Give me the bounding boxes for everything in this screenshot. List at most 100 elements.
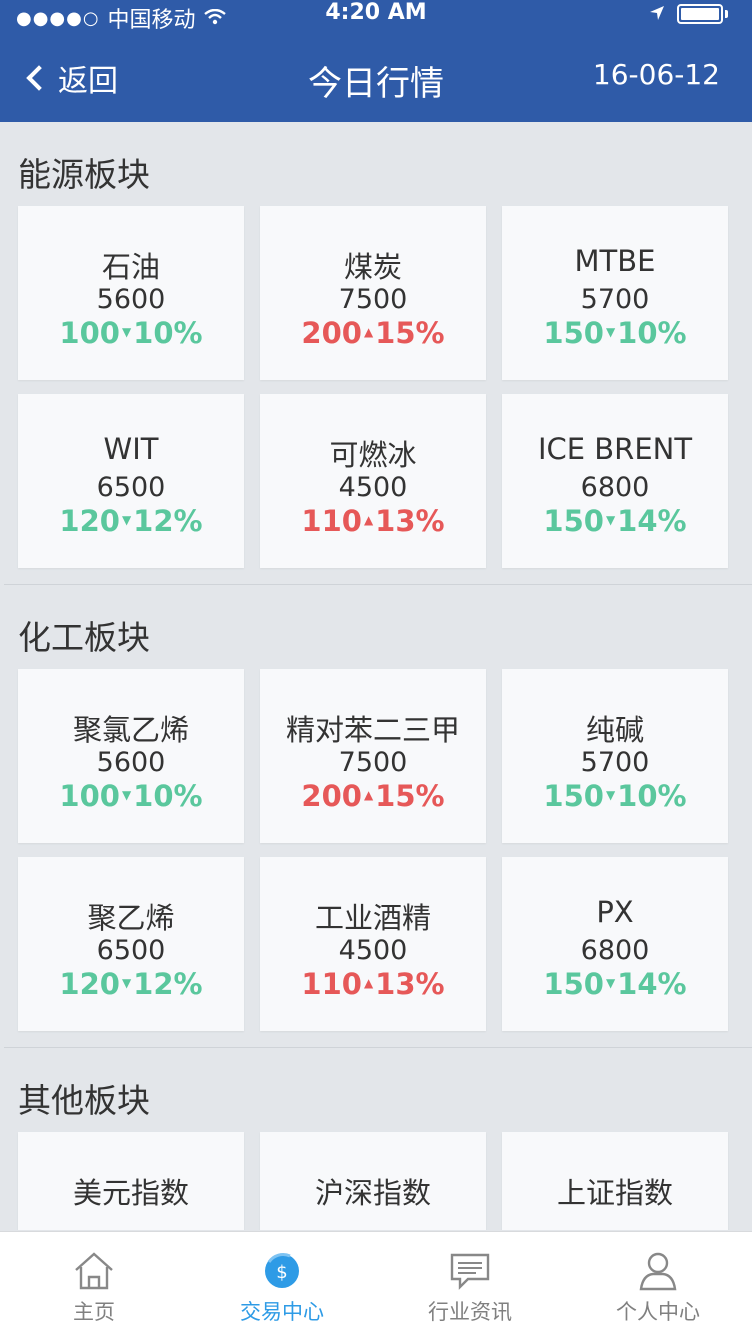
quote-name: 美元指数 (72, 1176, 189, 1210)
triangle-down-icon: ▼ (605, 788, 616, 802)
change-percent: 15% (375, 779, 445, 813)
change-percent: 10% (133, 316, 203, 350)
quote-price: 6800 (580, 935, 650, 966)
quote-change: 150 ▼14% (502, 967, 728, 1001)
change-percent: 10% (617, 779, 687, 813)
quote-name: 精对苯二三甲 (285, 713, 460, 747)
quote-price: 6800 (580, 472, 650, 503)
quote-card[interactable]: 工业酒精 4500 110 ▲13% (260, 857, 486, 1031)
card-row: 聚乙烯 6500 120 ▼12% 工业酒精 4500 110 ▲13% PX 6800 150 ▼1… (18, 857, 752, 1031)
quote-change: 110 ▲13% (260, 967, 486, 1001)
quote-card[interactable]: 沪深指数 (260, 1132, 486, 1230)
quote-name: WIT (103, 432, 159, 466)
tab-3[interactable]: 个人中心 (564, 1232, 752, 1332)
change-percent: 14% (617, 967, 687, 1001)
section-title: 能源板块 (18, 155, 150, 194)
quote-card[interactable]: 纯碱 5700 150 ▼10% (502, 669, 728, 843)
quote-price: 7500 (338, 747, 408, 778)
date-label: 16-06-12 (592, 58, 720, 91)
quote-price: 6500 (96, 935, 166, 966)
change-value: 200 (301, 316, 362, 350)
quote-change: 120 ▼12% (18, 504, 244, 538)
triangle-up-icon: ▲ (363, 976, 374, 990)
quote-name: 沪深指数 (314, 1176, 431, 1210)
quote-change: 150 ▼10% (502, 316, 728, 350)
change-value: 120 (59, 967, 120, 1001)
triangle-down-icon: ▼ (121, 976, 132, 990)
section-2: 其他板块美元指数 沪深指数 上证指数 (0, 1048, 752, 1230)
change-value: 150 (543, 316, 604, 350)
quote-name: 工业酒精 (314, 901, 431, 935)
triangle-up-icon: ▲ (363, 788, 374, 802)
triangle-down-icon: ▼ (121, 325, 132, 339)
quote-price: 5700 (580, 747, 650, 778)
triangle-up-icon: ▲ (363, 325, 374, 339)
quote-card[interactable]: 美元指数 (18, 1132, 244, 1230)
tab-label: 交易中心 (240, 1300, 324, 1324)
quote-card[interactable]: PX 6800 150 ▼14% (502, 857, 728, 1031)
quote-card[interactable]: 聚氯乙烯 5600 100 ▼10% (18, 669, 244, 843)
tab-label: 主页 (73, 1300, 115, 1324)
location-arrow-icon (649, 2, 665, 26)
quote-change: 200 ▲15% (260, 779, 486, 813)
triangle-down-icon: ▼ (605, 325, 616, 339)
tab-label: 个人中心 (616, 1300, 700, 1324)
tab-bar: 主页 $ 交易中心 行业资讯 个人中心 (0, 1231, 752, 1332)
message-icon (448, 1250, 492, 1292)
card-row: 美元指数 沪深指数 上证指数 (18, 1132, 752, 1230)
header: ●●●●○ 中国移动 4:20 AM 返回 今日行情 16-06-12 (0, 0, 752, 122)
section-0: 能源板块 石油 5600 100 ▼10% 煤炭 7500 200 ▲15% MTBE 5700 15… (0, 122, 752, 585)
dollar-icon: $ (260, 1250, 304, 1292)
quote-price: 5600 (96, 284, 166, 315)
change-percent: 12% (133, 504, 203, 538)
quote-name: 煤炭 (343, 250, 402, 284)
quote-price: 6500 (96, 472, 166, 503)
quote-name: 可燃冰 (329, 438, 417, 472)
quote-card[interactable]: ICE BRENT 6800 150 ▼14% (502, 394, 728, 568)
status-right (649, 2, 728, 26)
quote-change: 100 ▼10% (18, 316, 244, 350)
triangle-down-icon: ▼ (605, 513, 616, 527)
tab-2[interactable]: 行业资讯 (376, 1232, 564, 1332)
tab-label: 行业资讯 (428, 1300, 512, 1324)
quote-price: 5600 (96, 747, 166, 778)
card-grid: 聚氯乙烯 5600 100 ▼10% 精对苯二三甲 7500 200 ▲15% 纯碱 5700 15… (0, 669, 752, 1031)
quote-card[interactable]: WIT 6500 120 ▼12% (18, 394, 244, 568)
section-title: 其他板块 (18, 1081, 150, 1120)
card-row: WIT 6500 120 ▼12% 可燃冰 4500 110 ▲13% ICE BRENT 680… (18, 394, 752, 568)
change-percent: 10% (617, 316, 687, 350)
quote-change: 100 ▼10% (18, 779, 244, 813)
quote-price: 7500 (338, 284, 408, 315)
quote-card[interactable]: MTBE 5700 150 ▼10% (502, 206, 728, 380)
quote-name: 聚乙烯 (87, 901, 175, 935)
quote-card[interactable]: 精对苯二三甲 7500 200 ▲15% (260, 669, 486, 843)
home-icon (72, 1250, 116, 1292)
tab-1[interactable]: $ 交易中心 (188, 1232, 376, 1332)
tab-0[interactable]: 主页 (0, 1232, 188, 1332)
quote-change: 150 ▼10% (502, 779, 728, 813)
quote-change: 200 ▲15% (260, 316, 486, 350)
change-value: 200 (301, 779, 362, 813)
quote-name: 纯碱 (585, 713, 644, 747)
quote-card[interactable]: 石油 5600 100 ▼10% (18, 206, 244, 380)
triangle-up-icon: ▲ (363, 513, 374, 527)
quote-card[interactable]: 可燃冰 4500 110 ▲13% (260, 394, 486, 568)
triangle-down-icon: ▼ (121, 788, 132, 802)
quote-card[interactable]: 煤炭 7500 200 ▲15% (260, 206, 486, 380)
user-icon (636, 1250, 680, 1292)
card-row: 石油 5600 100 ▼10% 煤炭 7500 200 ▲15% MTBE 5700 150 ▼10… (18, 206, 752, 380)
change-value: 150 (543, 504, 604, 538)
card-row: 聚氯乙烯 5600 100 ▼10% 精对苯二三甲 7500 200 ▲15% 纯碱 5700 15… (18, 669, 752, 843)
quote-price: 4500 (338, 935, 408, 966)
change-value: 120 (59, 504, 120, 538)
card-grid: 石油 5600 100 ▼10% 煤炭 7500 200 ▲15% MTBE 5700 150 ▼10… (0, 206, 752, 568)
quote-card[interactable]: 聚乙烯 6500 120 ▼12% (18, 857, 244, 1031)
market-content[interactable]: 能源板块 石油 5600 100 ▼10% 煤炭 7500 200 ▲15% MTBE 5700 15… (0, 122, 752, 1230)
change-value: 150 (543, 967, 604, 1001)
quote-name: ICE BRENT (537, 432, 693, 466)
change-value: 100 (59, 316, 120, 350)
card-grid: 美元指数 沪深指数 上证指数 (0, 1132, 752, 1230)
quote-name: 上证指数 (556, 1176, 673, 1210)
status-bar: ●●●●○ 中国移动 4:20 AM (0, 0, 752, 33)
quote-card[interactable]: 上证指数 (502, 1132, 728, 1230)
